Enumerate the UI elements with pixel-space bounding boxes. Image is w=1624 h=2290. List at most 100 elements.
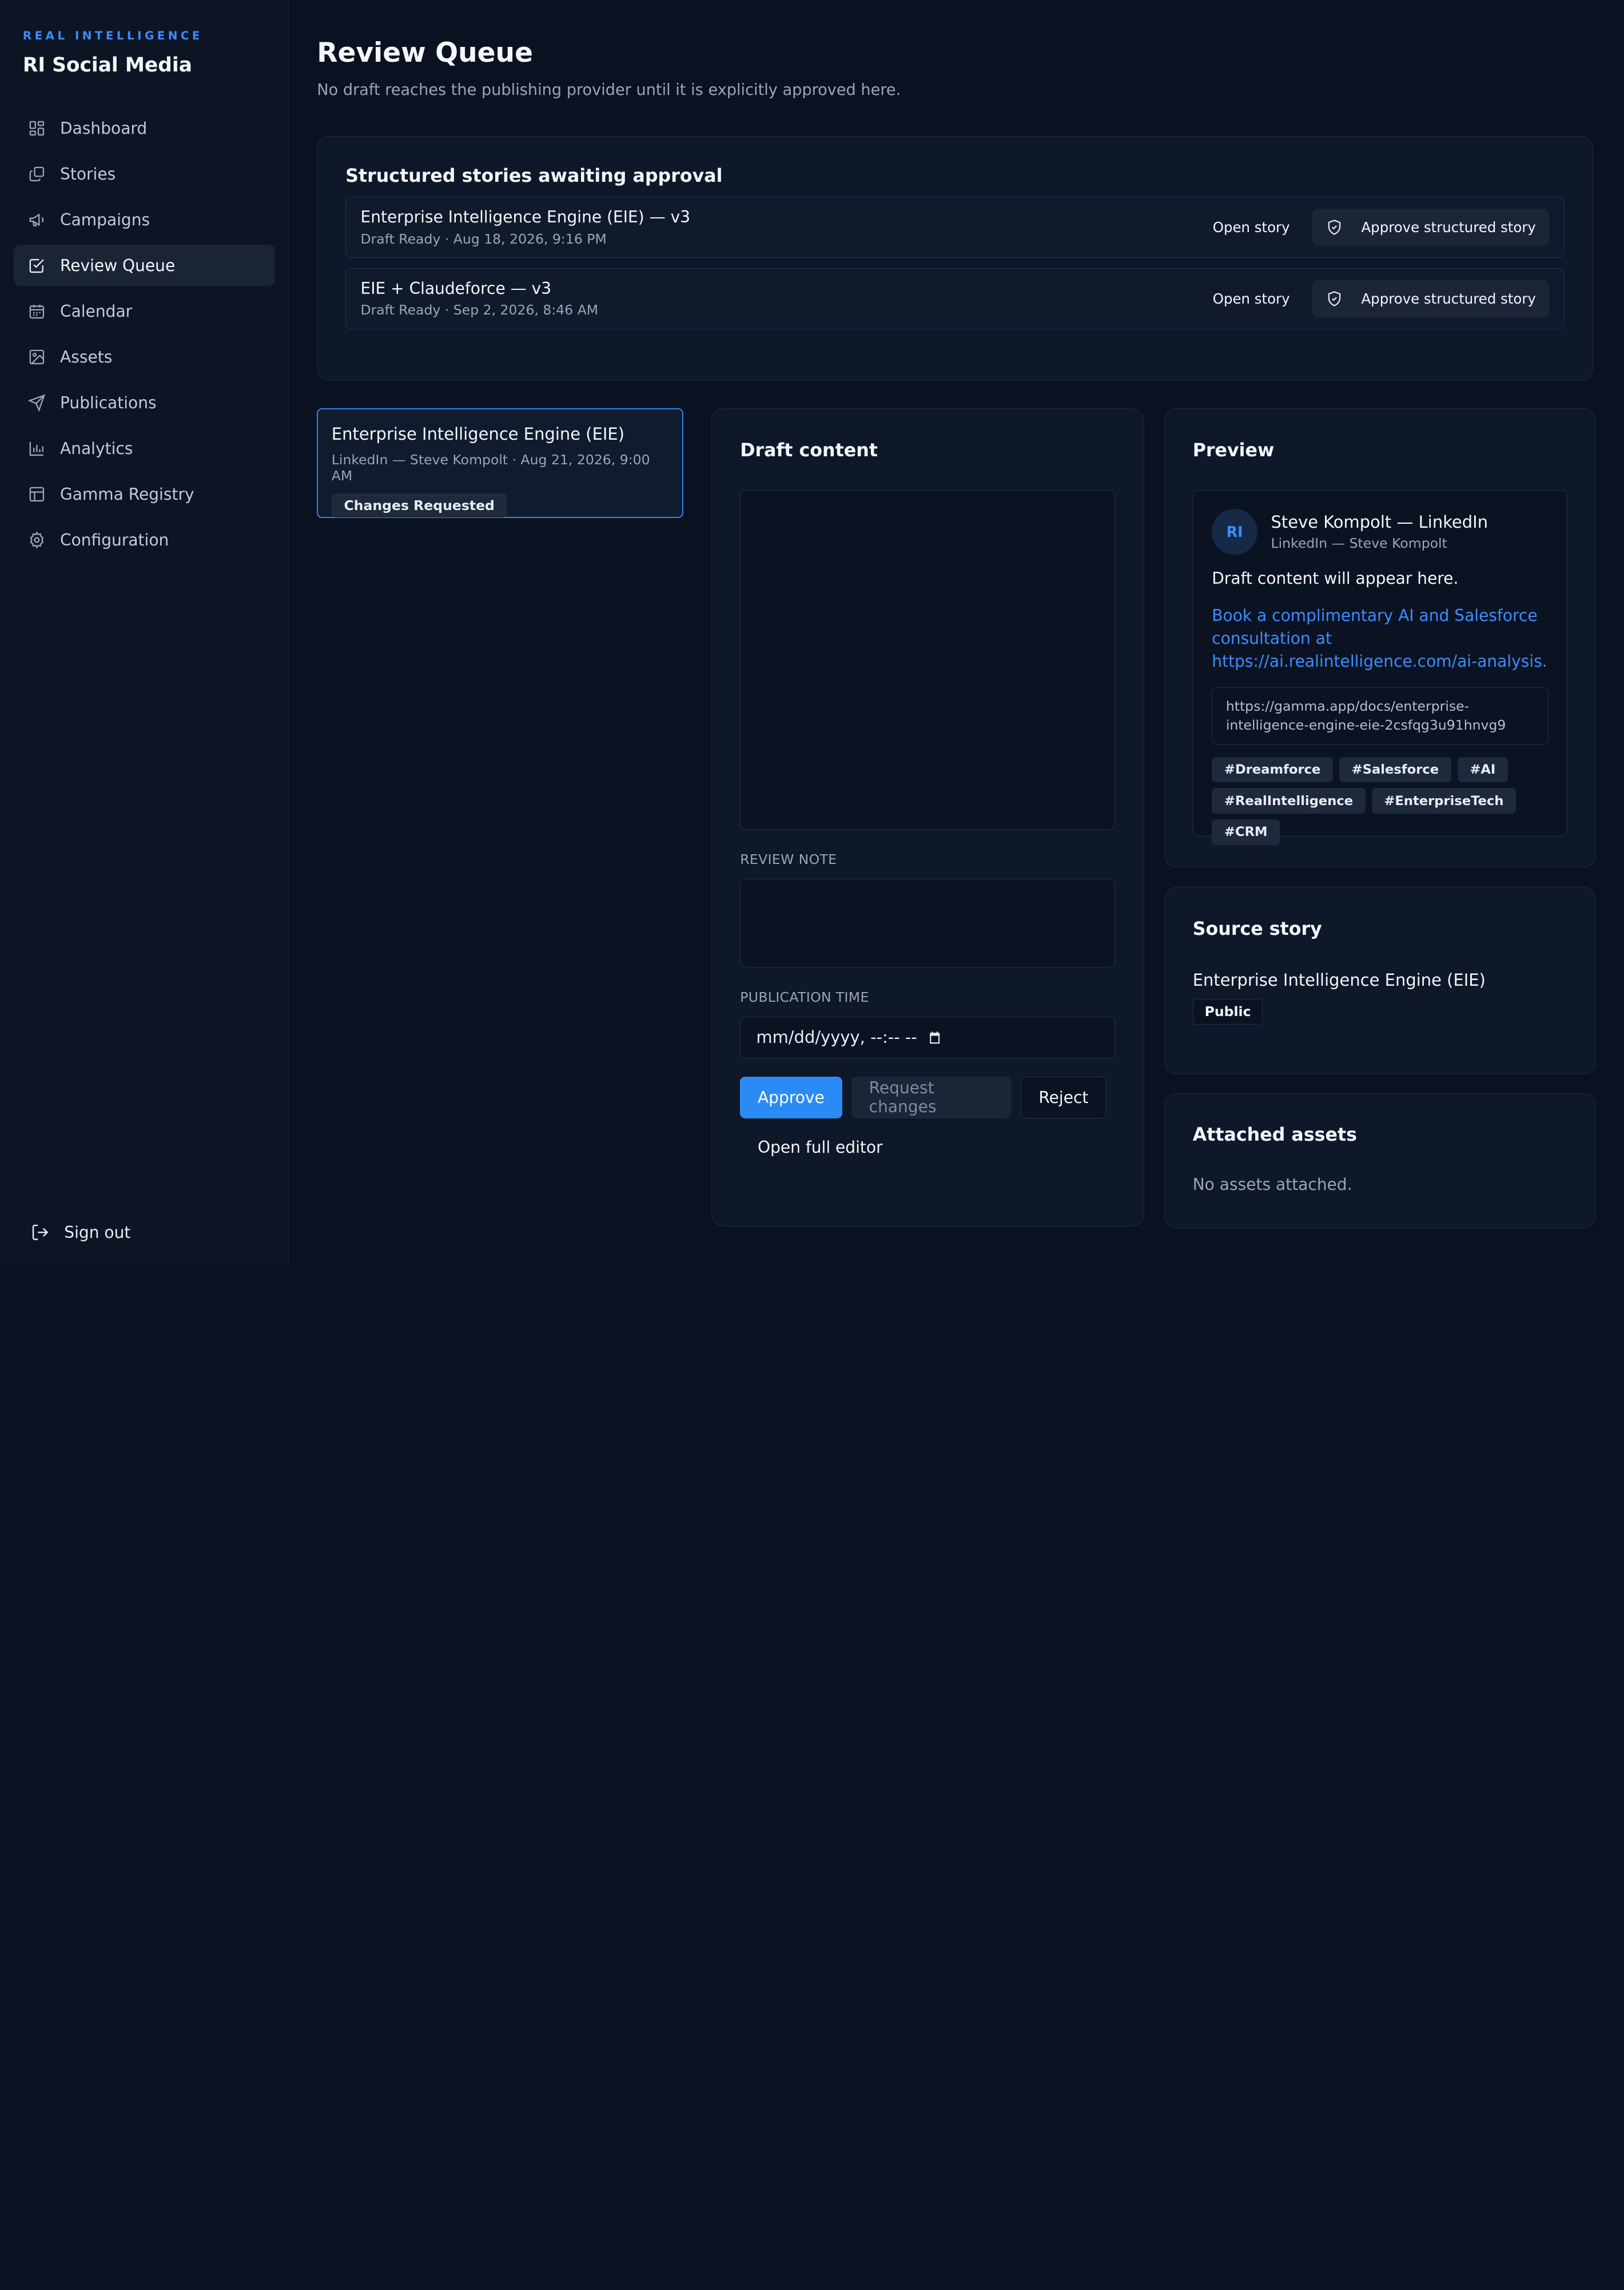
sidebar-item-label: Dashboard — [60, 118, 148, 138]
approve-structured-story-label: Approve structured story — [1361, 218, 1536, 236]
sidebar-item-label: Assets — [60, 347, 113, 367]
sidebar-item-label: Publications — [60, 393, 157, 412]
sidebar-item-gamma-registry[interactable]: Gamma Registry — [14, 473, 275, 515]
hashtag: #EnterpriseTech — [1371, 788, 1516, 814]
visibility-badge: Public — [1192, 999, 1263, 1025]
gear-icon — [30, 531, 44, 549]
sidebar-item-label: Analytics — [60, 439, 133, 458]
publication-time-placeholder: mm/dd/yyyy, --:-- -- — [756, 1027, 917, 1048]
image-icon — [29, 349, 44, 365]
right-column: Preview RI Steve Kompolt — LinkedIn Link… — [1164, 408, 1597, 1229]
sidebar-item-review-queue[interactable]: Review Queue — [13, 245, 275, 286]
sidebar-item-label: Configuration — [60, 530, 169, 549]
story-meta: Draft Ready · Aug 18, 2026, 9:16 PM — [360, 230, 607, 247]
sidebar-nav: Dashboard Stories Campaigns Review Queue… — [13, 107, 275, 561]
brand-eyebrow: REAL INTELLIGENCE — [22, 29, 203, 42]
draft-content-title: Draft content — [740, 440, 878, 461]
stories-icon — [29, 166, 44, 181]
preview-title: Preview — [1192, 440, 1275, 461]
dashboard-icon — [29, 121, 44, 136]
sign-out-label: Sign out — [64, 1222, 131, 1242]
calendar-icon — [29, 304, 44, 318]
approve-button[interactable]: Approve — [740, 1077, 842, 1118]
post-preview: RI Steve Kompolt — LinkedIn LinkedIn — S… — [1192, 489, 1568, 845]
queue-item[interactable]: Enterprise Intelligence Engine (EIE) Lin… — [317, 408, 684, 519]
sidebar-item-label: Review Queue — [60, 256, 176, 275]
gamma-url-box: https://gamma.app/docs/enterprise-intell… — [1212, 687, 1549, 744]
sidebar-item-label: Gamma Registry — [60, 484, 194, 504]
review-workspace: Enterprise Intelligence Engine (EIE) Lin… — [317, 408, 1597, 1229]
reject-button[interactable]: Reject — [1020, 1077, 1107, 1118]
post-cta-link[interactable]: Book a complimentary AI and Salesforce c… — [1212, 604, 1548, 673]
queue-item-title: Enterprise Intelligence Engine (EIE) — [331, 424, 625, 444]
send-icon — [27, 394, 45, 412]
sidebar-item-label: Campaigns — [60, 210, 150, 229]
source-story-name: Enterprise Intelligence Engine (EIE) — [1192, 970, 1486, 990]
sidebar-item-calendar[interactable]: Calendar — [14, 290, 275, 332]
draft-content-card: Draft content REVIEW NOTE PUBLICATION TI… — [711, 408, 1145, 1227]
hashtag: #Dreamforce — [1212, 756, 1334, 782]
status-badge: Changes Requested — [331, 493, 507, 518]
structured-stories-title: Structured stories awaiting approval — [345, 165, 723, 186]
request-changes-button[interactable]: Request changes — [851, 1077, 1012, 1118]
story-row: Enterprise Intelligence Engine (EIE) — v… — [345, 196, 1565, 258]
sidebar-item-campaigns[interactable]: Campaigns — [14, 199, 275, 240]
preview-card: Preview RI Steve Kompolt — LinkedIn Link… — [1164, 408, 1597, 867]
author-name: Steve Kompolt — LinkedIn — [1271, 512, 1488, 532]
publication-time-label: PUBLICATION TIME — [740, 989, 869, 1006]
approve-structured-story-button[interactable]: Approve structured story — [1312, 208, 1550, 246]
no-assets-text: No assets attached. — [1192, 1175, 1352, 1194]
bar-chart-icon — [29, 441, 43, 456]
story-name: EIE + Claudeforce — v3 — [360, 279, 552, 298]
structured-stories-card: Structured stories awaiting approval Ent… — [317, 136, 1593, 381]
review-actions: Approve Request changes Reject — [740, 1077, 1116, 1118]
hashtag: #AI — [1457, 756, 1508, 782]
source-story-title: Source story — [1192, 918, 1322, 939]
check-square-icon — [29, 258, 44, 273]
shield-check-icon — [1328, 220, 1341, 235]
app-root: REAL INTELLIGENCE RI Social Media Dashbo… — [0, 0, 1624, 1265]
open-story-button[interactable]: Open story — [1213, 290, 1290, 307]
sidebar-item-label: Calendar — [60, 301, 133, 321]
review-note-label: REVIEW NOTE — [740, 851, 837, 867]
sidebar-item-publications[interactable]: Publications — [14, 382, 275, 423]
hashtag: #RealIntelligence — [1212, 788, 1366, 814]
open-full-editor-button[interactable]: Open full editor — [740, 1138, 1116, 1157]
sign-out-icon — [33, 1224, 49, 1240]
story-name: Enterprise Intelligence Engine (EIE) — v… — [360, 208, 691, 227]
sidebar-item-stories[interactable]: Stories — [14, 153, 275, 194]
approve-structured-story-label: Approve structured story — [1361, 290, 1536, 307]
queue-item-meta: LinkedIn — Steve Kompolt · Aug 21, 2026,… — [331, 452, 650, 484]
publication-time-input[interactable]: mm/dd/yyyy, --:-- -- — [740, 1017, 1115, 1058]
sidebar-item-analytics[interactable]: Analytics — [14, 428, 275, 469]
sidebar-item-dashboard[interactable]: Dashboard — [14, 107, 275, 149]
sidebar-item-assets[interactable]: Assets — [14, 336, 275, 377]
brand-title: RI Social Media — [22, 53, 192, 77]
draft-content-textarea[interactable] — [740, 489, 1115, 830]
page-subtitle: No draft reaches the publishing provider… — [317, 81, 901, 99]
sign-out-button[interactable]: Sign out — [31, 1223, 130, 1242]
sidebar-item-configuration[interactable]: Configuration — [14, 519, 275, 560]
story-meta: Draft Ready · Sep 2, 2026, 8:46 AM — [360, 302, 599, 318]
hashtag-list: #Dreamforce #Salesforce #AI #RealIntelli… — [1212, 756, 1548, 851]
story-row: EIE + Claudeforce — v3 Draft Ready · Sep… — [345, 268, 1565, 329]
avatar: RI — [1212, 509, 1257, 555]
hashtag: #Salesforce — [1339, 756, 1451, 782]
shield-check-icon — [1328, 291, 1341, 306]
main-content: Review Queue No draft reaches the publis… — [289, 0, 1624, 1264]
attached-assets-title: Attached assets — [1192, 1124, 1358, 1145]
megaphone-icon — [29, 213, 44, 226]
sidebar-item-label: Stories — [60, 164, 116, 184]
attached-assets-card: Attached assets No assets attached. — [1164, 1093, 1597, 1229]
open-story-button[interactable]: Open story — [1213, 219, 1290, 236]
review-note-textarea[interactable] — [740, 878, 1115, 968]
approve-structured-story-button[interactable]: Approve structured story — [1312, 280, 1550, 317]
page-title: Review Queue — [317, 37, 533, 69]
hashtag: #CRM — [1212, 819, 1280, 845]
post-body: Draft content will appear here. — [1212, 569, 1459, 588]
table-icon — [29, 487, 44, 502]
sidebar: REAL INTELLIGENCE RI Social Media Dashbo… — [0, 0, 289, 1265]
queue-list: Enterprise Intelligence Engine (EIE) Lin… — [317, 408, 684, 1228]
calendar-picker-icon[interactable] — [928, 1030, 942, 1045]
author-sub: LinkedIn — Steve Kompolt — [1271, 535, 1447, 551]
